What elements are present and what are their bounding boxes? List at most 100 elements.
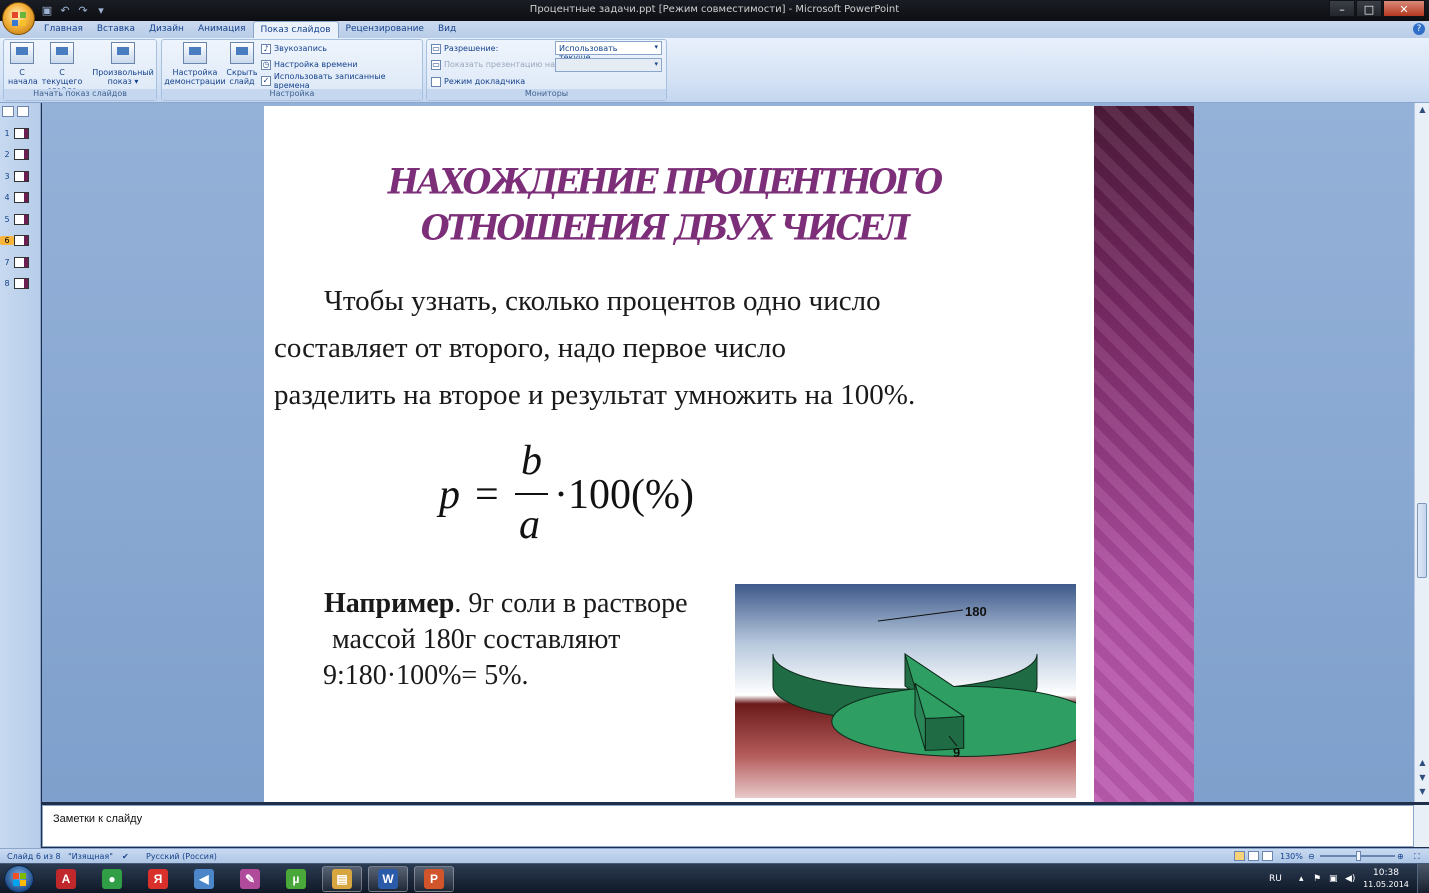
windows-logo-part (20, 873, 26, 879)
example-text[interactable]: Например. 9г соли в растворе массой 180г… (323, 586, 744, 694)
start-button[interactable] (4, 865, 34, 893)
slide-thumbnail-4[interactable]: 4 (0, 190, 29, 206)
tray-expand-icon[interactable]: ▴ (1299, 874, 1304, 884)
notes-pane[interactable]: Заметки к слайду (42, 805, 1414, 847)
spellcheck-icon[interactable]: ✔ (122, 852, 129, 861)
custom-show-label-2: показ ▾ (107, 77, 139, 86)
scroll-up-icon[interactable]: ▲ (1417, 105, 1428, 116)
taskbar-app-yandex[interactable]: Я (138, 866, 178, 892)
setup-show-label-2: демонстрации (164, 77, 226, 86)
zoom-out-icon[interactable]: ⊖ (1308, 852, 1315, 861)
clock-date[interactable]: 11.05.2014 (1361, 880, 1411, 889)
slide-canvas[interactable]: НАХОЖДЕНИЕ ПРОЦЕНТНОГО ОТНОШЕНИЯ ДВУХ ЧИ… (264, 106, 1194, 802)
close-button[interactable]: ✕ (1383, 0, 1425, 17)
tab-3[interactable]: Анимация (191, 21, 253, 38)
pie-chart[interactable]: 180 9 (735, 584, 1076, 798)
help-icon[interactable]: ? (1413, 23, 1425, 35)
tab-2[interactable]: Дизайн (142, 21, 191, 38)
taskbar-app-vlc-audio[interactable]: ◀ (184, 866, 224, 892)
slide-thumbnail-3[interactable]: 3 (0, 168, 29, 184)
presenter-view-checkbox[interactable]: Режим докладчика (431, 75, 525, 88)
volume-icon[interactable]: ◀) (1345, 874, 1355, 884)
slide-decorative-band (1094, 106, 1194, 802)
slideshow-start-icon (10, 42, 34, 64)
use-timings-checkbox[interactable]: ✓ Использовать записанные времена (261, 72, 422, 90)
percentage-formula[interactable]: p = b a ·100(%) (439, 438, 739, 553)
fit-to-window-icon[interactable]: ⛶ (1414, 852, 1420, 862)
rehearse-timings-label: Настройка времени (274, 60, 358, 69)
slide-body-text[interactable]: Чтобы узнать, сколько процентов одно чис… (274, 278, 1034, 419)
tab-0[interactable]: Главная (37, 21, 90, 38)
body-line-2: составляет от второго, надо первое число (274, 332, 786, 364)
slide-thumbnail-6[interactable]: 6 (0, 233, 29, 249)
network-icon[interactable]: ▣ (1329, 874, 1338, 884)
slide-thumbnail-image (14, 170, 29, 182)
taskbar-app-paint[interactable]: ✎ (230, 866, 270, 892)
action-center-icon[interactable]: ⚑ (1313, 874, 1321, 884)
record-narration-button[interactable]: ♪ Звукозапись (261, 42, 327, 55)
taskbar-app-word[interactable]: W (368, 866, 408, 892)
minimize-button[interactable]: – (1329, 0, 1355, 17)
example-line-1: Например. 9г соли в растворе (324, 586, 744, 622)
slide-thumbnail-7[interactable]: 7 (0, 254, 29, 270)
zoom-in-icon[interactable]: ⊕ (1397, 852, 1404, 861)
slide-thumbnail-5[interactable]: 5 (0, 211, 29, 227)
vlc-audio-icon: ◀ (194, 869, 214, 889)
taskbar-app-explorer[interactable]: ▤ (322, 866, 362, 892)
chrome-icon: ● (102, 869, 122, 889)
taskbar-app-utorrent[interactable]: µ (276, 866, 316, 892)
maximize-button[interactable]: □ (1356, 0, 1382, 17)
slide-thumbnail-1[interactable]: 1 (0, 125, 29, 141)
resolution-dropdown[interactable]: Использовать текуще... ▾ (555, 41, 662, 62)
language-indicator[interactable]: Русский (Россия) (146, 852, 217, 861)
show-desktop-button[interactable] (1417, 864, 1429, 893)
clock-time[interactable]: 10:38 (1361, 868, 1411, 878)
scroll-down-icon[interactable]: ▼ (1417, 787, 1428, 798)
next-slide-icon[interactable]: ▼ (1417, 773, 1428, 784)
normal-view-button[interactable] (1234, 851, 1245, 861)
from-current-slide-button[interactable]: С текущего слайда (38, 42, 86, 95)
setup-show-button[interactable]: Настройка демонстрации (164, 42, 226, 86)
taskbar-app-powerpoint[interactable]: P (414, 866, 454, 892)
custom-show-button[interactable]: Произвольный показ ▾ (92, 42, 154, 86)
taskbar-app-acrobat[interactable]: A (46, 866, 86, 892)
show-on-dropdown[interactable]: ▾ (555, 58, 662, 72)
notes-scrollbar[interactable] (1414, 805, 1429, 847)
office-button[interactable] (2, 2, 35, 35)
example-line-1-rest: . 9г соли в растворе (454, 588, 688, 619)
outline-tab[interactable] (17, 106, 29, 117)
slide-title[interactable]: НАХОЖДЕНИЕ ПРОЦЕНТНОГО ОТНОШЕНИЯ ДВУХ ЧИ… (304, 159, 1024, 251)
hide-slide-button[interactable]: Скрыть слайд (226, 42, 258, 86)
input-language[interactable]: RU (1269, 874, 1282, 884)
taskbar-app-chrome[interactable]: ● (92, 866, 132, 892)
tab-4[interactable]: Показ слайдов (252, 21, 339, 38)
example-line-3: 9:180·100%= 5%. (323, 660, 529, 691)
scroll-thumb[interactable] (1417, 503, 1427, 578)
slide-sorter-view-button[interactable] (1248, 851, 1259, 861)
slides-tab[interactable] (2, 106, 14, 117)
record-narration-label: Звукозапись (274, 44, 328, 53)
tab-6[interactable]: Вид (431, 21, 463, 38)
slide-thumbnail-8[interactable]: 8 (0, 276, 29, 292)
slideshow-current-icon (50, 42, 74, 64)
tab-5[interactable]: Рецензирование (339, 21, 431, 38)
slideshow-view-button[interactable] (1262, 851, 1273, 861)
rehearse-timings-button[interactable]: ◷ Настройка времени (261, 58, 358, 71)
slide-thumbnail-2[interactable]: 2 (0, 147, 29, 163)
powerpoint-icon: P (424, 869, 444, 889)
zoom-level[interactable]: 130% (1280, 852, 1303, 861)
vertical-scrollbar[interactable]: ▲ ▲ ▼ ▼ (1414, 103, 1429, 802)
system-tray: RU ▴ ⚑ ▣ ◀) 10:38 11.05.2014 (1259, 864, 1429, 893)
tab-1[interactable]: Вставка (90, 21, 142, 38)
word-icon: W (378, 869, 398, 889)
zoom-slider-knob[interactable] (1356, 851, 1361, 861)
presenter-view-label: Режим докладчика (444, 77, 526, 86)
slide-thumbnail-number: 2 (4, 150, 10, 159)
resolution-label-row: ▭ Разрешение: (431, 42, 498, 55)
windows-taskbar: A ● Я ◀ ✎ µ ▤ W P RU ▴ ⚑ ▣ ◀) 10:38 11.05.2014 (0, 863, 1429, 893)
slide-thumbnail-image (14, 192, 29, 203)
chevron-down-icon: ▾ (654, 43, 658, 51)
from-beginning-button[interactable]: С начала (8, 42, 38, 86)
hide-slide-label-2: слайд (229, 77, 255, 86)
previous-slide-icon[interactable]: ▲ (1417, 758, 1428, 769)
